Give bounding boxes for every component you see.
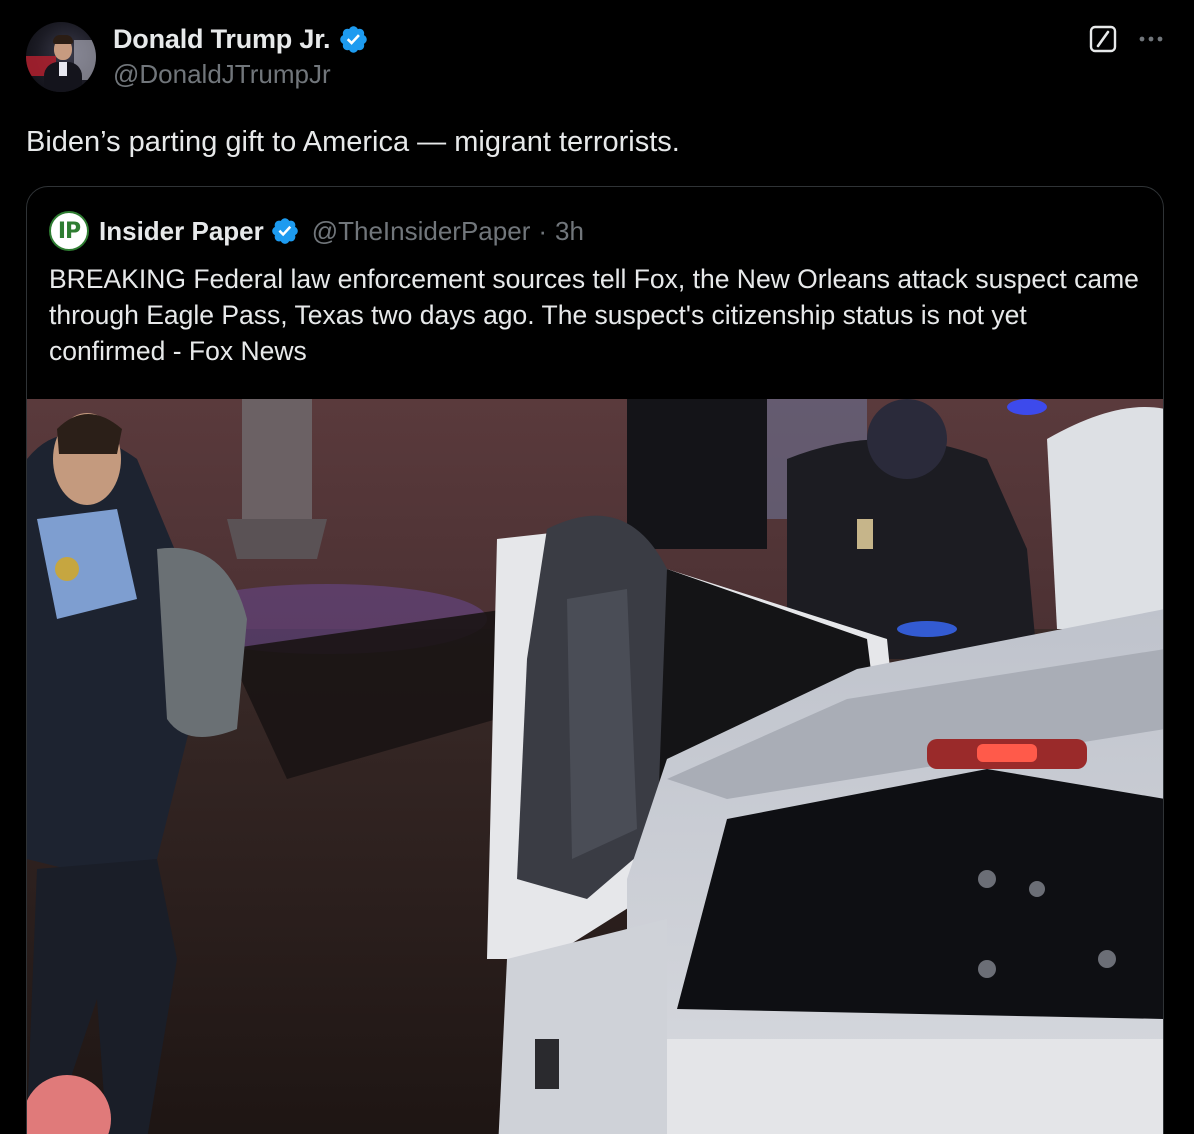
top-actions bbox=[1088, 24, 1164, 54]
quoted-verified-badge-icon bbox=[271, 218, 298, 244]
post-text: Biden’s parting gift to America — migran… bbox=[26, 126, 680, 158]
separator-dot: · bbox=[538, 215, 548, 246]
author-display-name[interactable]: Donald Trump Jr. bbox=[113, 24, 331, 55]
tweet: Donald Trump Jr. @DonaldJTrumpJr Biden’s… bbox=[0, 0, 1194, 1134]
quoted-post[interactable]: IP Insider Paper @TheInsiderPaper · 3h B… bbox=[26, 186, 1164, 1134]
quoted-post-photo[interactable] bbox=[27, 399, 1163, 1134]
author-avatar[interactable] bbox=[26, 22, 96, 92]
quoted-author-avatar[interactable]: IP bbox=[49, 211, 89, 251]
quoted-post-header: IP Insider Paper @TheInsiderPaper · 3h bbox=[49, 211, 584, 251]
more-icon[interactable] bbox=[1138, 24, 1164, 54]
photo-scene bbox=[27, 399, 1163, 1134]
author-handle[interactable]: @DonaldJTrumpJr bbox=[113, 59, 331, 90]
quoted-post-text: BREAKING Federal law enforcement sources… bbox=[49, 264, 1139, 366]
quoted-author-name[interactable]: Insider Paper bbox=[99, 216, 264, 247]
quoted-avatar-logo: IP bbox=[57, 218, 81, 244]
verified-badge-icon bbox=[340, 25, 368, 53]
quoted-post-time[interactable]: 3h bbox=[555, 216, 584, 247]
author-name-row: Donald Trump Jr. bbox=[113, 22, 369, 56]
quoted-author-handle[interactable]: @TheInsiderPaper bbox=[312, 216, 531, 247]
grok-icon[interactable] bbox=[1088, 24, 1118, 54]
